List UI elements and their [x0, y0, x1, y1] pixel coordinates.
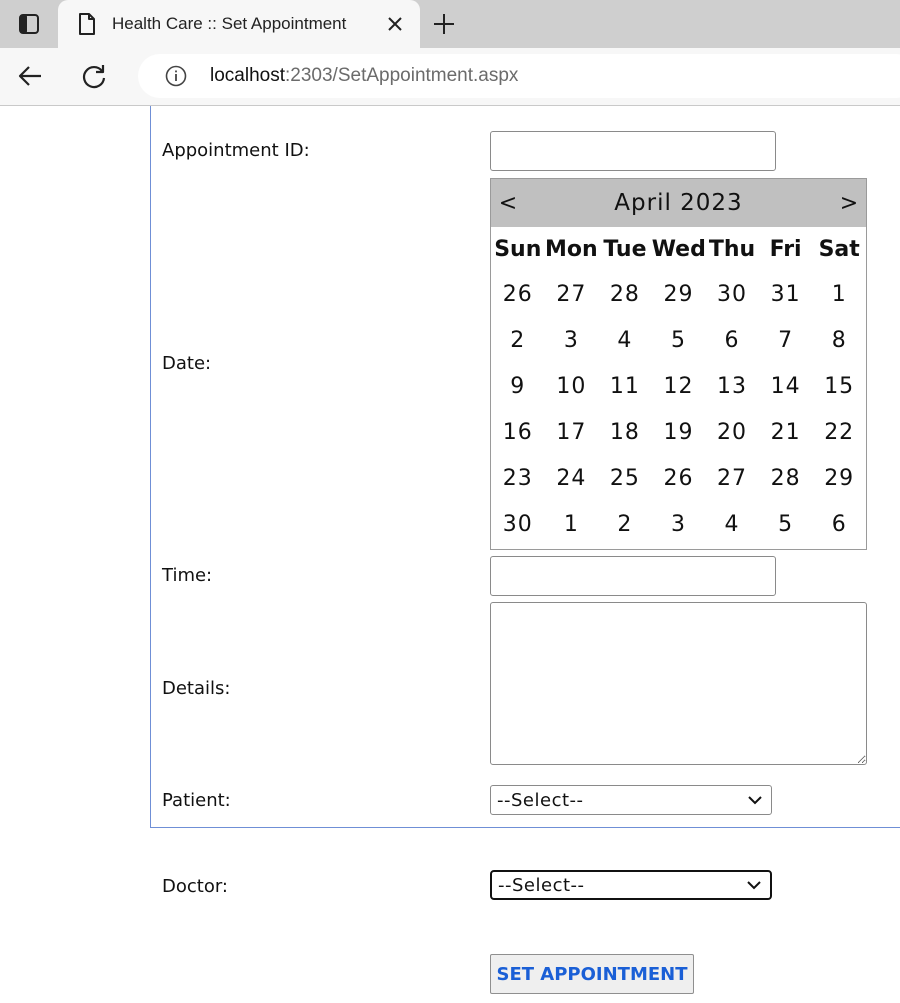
chevron-down-icon — [742, 873, 766, 897]
calendar-week: 16 17 18 19 20 21 22 — [491, 409, 866, 455]
url-path: :2303/SetAppointment.aspx — [285, 65, 519, 86]
calendar-day[interactable]: 28 — [598, 271, 652, 317]
patient-select[interactable]: --Select-- — [490, 785, 772, 815]
browser-toolbar: localhost:2303/SetAppointment.aspx — [0, 48, 900, 106]
calendar-day[interactable]: 5 — [759, 501, 813, 547]
weekday-header: Mon — [545, 236, 598, 262]
calendar-day[interactable]: 4 — [705, 501, 759, 547]
tab-strip: Health Care :: Set Appointment — [0, 0, 900, 48]
calendar-day[interactable]: 7 — [759, 317, 813, 363]
site-info-icon[interactable] — [164, 64, 188, 88]
calendar-day[interactable]: 29 — [652, 271, 706, 317]
calendar-day[interactable]: 26 — [491, 271, 545, 317]
calendar-day[interactable]: 30 — [491, 501, 545, 547]
details-label: Details: — [162, 678, 231, 699]
weekday-header: Fri — [769, 236, 802, 262]
calendar-day[interactable]: 16 — [491, 409, 545, 455]
calendar-day[interactable]: 30 — [705, 271, 759, 317]
calendar-day[interactable]: 5 — [652, 317, 706, 363]
browser-tab[interactable]: Health Care :: Set Appointment — [58, 0, 420, 48]
calendar-day[interactable]: 24 — [545, 455, 599, 501]
calendar-day[interactable]: 8 — [812, 317, 866, 363]
calendar-day[interactable]: 27 — [545, 271, 599, 317]
calendar-day[interactable]: 9 — [491, 363, 545, 409]
calendar-day[interactable]: 11 — [598, 363, 652, 409]
url-text: localhost:2303/SetAppointment.aspx — [210, 65, 518, 87]
calendar-day[interactable]: 6 — [705, 317, 759, 363]
calendar-day[interactable]: 19 — [652, 409, 706, 455]
set-appointment-button[interactable]: SET APPOINTMENT — [490, 954, 694, 994]
calendar-week: 23 24 25 26 27 28 29 — [491, 455, 866, 501]
time-label: Time: — [162, 565, 213, 586]
details-textarea[interactable] — [490, 602, 867, 765]
patient-selected-value: --Select-- — [497, 789, 584, 811]
time-input[interactable] — [490, 556, 776, 596]
calendar-day[interactable]: 14 — [759, 363, 813, 409]
calendar-day[interactable]: 1 — [812, 271, 866, 317]
calendar-day[interactable]: 21 — [759, 409, 813, 455]
back-icon[interactable] — [12, 58, 48, 94]
tab-actions-button[interactable] — [0, 0, 58, 48]
calendar-day[interactable]: 31 — [759, 271, 813, 317]
address-bar[interactable]: localhost:2303/SetAppointment.aspx — [138, 54, 900, 98]
calendar-week: 30 1 2 3 4 5 6 — [491, 501, 866, 547]
page-icon — [76, 13, 98, 35]
doctor-select[interactable]: --Select-- — [490, 870, 772, 900]
appointment-id-label: Appointment ID: — [162, 140, 310, 161]
weekday-header: Sat — [818, 236, 860, 262]
calendar-day[interactable]: 13 — [705, 363, 759, 409]
calendar-week: 9 10 11 12 13 14 15 — [491, 363, 866, 409]
calendar-day[interactable]: 18 — [598, 409, 652, 455]
calendar-day[interactable]: 2 — [598, 501, 652, 547]
close-tab-icon[interactable] — [384, 13, 406, 35]
patient-label: Patient: — [162, 790, 231, 811]
calendar-day[interactable]: 20 — [705, 409, 759, 455]
calendar-day[interactable]: 23 — [491, 455, 545, 501]
weekday-header: Thu — [708, 236, 756, 262]
tab-actions-icon — [19, 14, 39, 34]
refresh-icon[interactable] — [76, 58, 112, 94]
weekday-header: Sun — [494, 236, 542, 262]
calendar-prev-month[interactable]: < — [493, 179, 523, 227]
new-tab-icon[interactable] — [430, 10, 458, 38]
calendar-day[interactable]: 25 — [598, 455, 652, 501]
calendar-day[interactable]: 4 — [598, 317, 652, 363]
calendar-day[interactable]: 3 — [545, 317, 599, 363]
doctor-label: Doctor: — [162, 876, 228, 897]
calendar-next-month[interactable]: > — [834, 179, 864, 227]
calendar-day[interactable]: 10 — [545, 363, 599, 409]
calendar-day[interactable]: 22 — [812, 409, 866, 455]
calendar-day[interactable]: 1 — [545, 501, 599, 547]
appointment-id-input[interactable] — [490, 131, 776, 171]
chevron-down-icon — [743, 788, 767, 812]
date-label: Date: — [162, 353, 212, 374]
calendar-day[interactable]: 27 — [705, 455, 759, 501]
calendar-day[interactable]: 6 — [812, 501, 866, 547]
calendar-header: < April 2023 > — [491, 179, 866, 227]
calendar-day[interactable]: 17 — [545, 409, 599, 455]
url-host: localhost — [210, 65, 285, 86]
calendar-day[interactable]: 2 — [491, 317, 545, 363]
calendar-month-title: April 2023 — [614, 190, 743, 216]
calendar-grid: Sun Mon Tue Wed Thu Fri Sat 26 27 28 29 … — [491, 227, 866, 547]
calendar-day[interactable]: 12 — [652, 363, 706, 409]
calendar-week: 26 27 28 29 30 31 1 — [491, 271, 866, 317]
weekday-header: Wed — [651, 236, 706, 262]
calendar-day[interactable]: 3 — [652, 501, 706, 547]
date-calendar: < April 2023 > Sun Mon Tue Wed Thu Fri S… — [490, 178, 867, 550]
doctor-selected-value: --Select-- — [498, 874, 585, 896]
calendar-day[interactable]: 26 — [652, 455, 706, 501]
tab-title: Health Care :: Set Appointment — [112, 14, 347, 33]
weekday-header: Tue — [603, 236, 647, 262]
calendar-day[interactable]: 15 — [812, 363, 866, 409]
calendar-day[interactable]: 28 — [759, 455, 813, 501]
calendar-week: 2 3 4 5 6 7 8 — [491, 317, 866, 363]
calendar-day[interactable]: 29 — [812, 455, 866, 501]
